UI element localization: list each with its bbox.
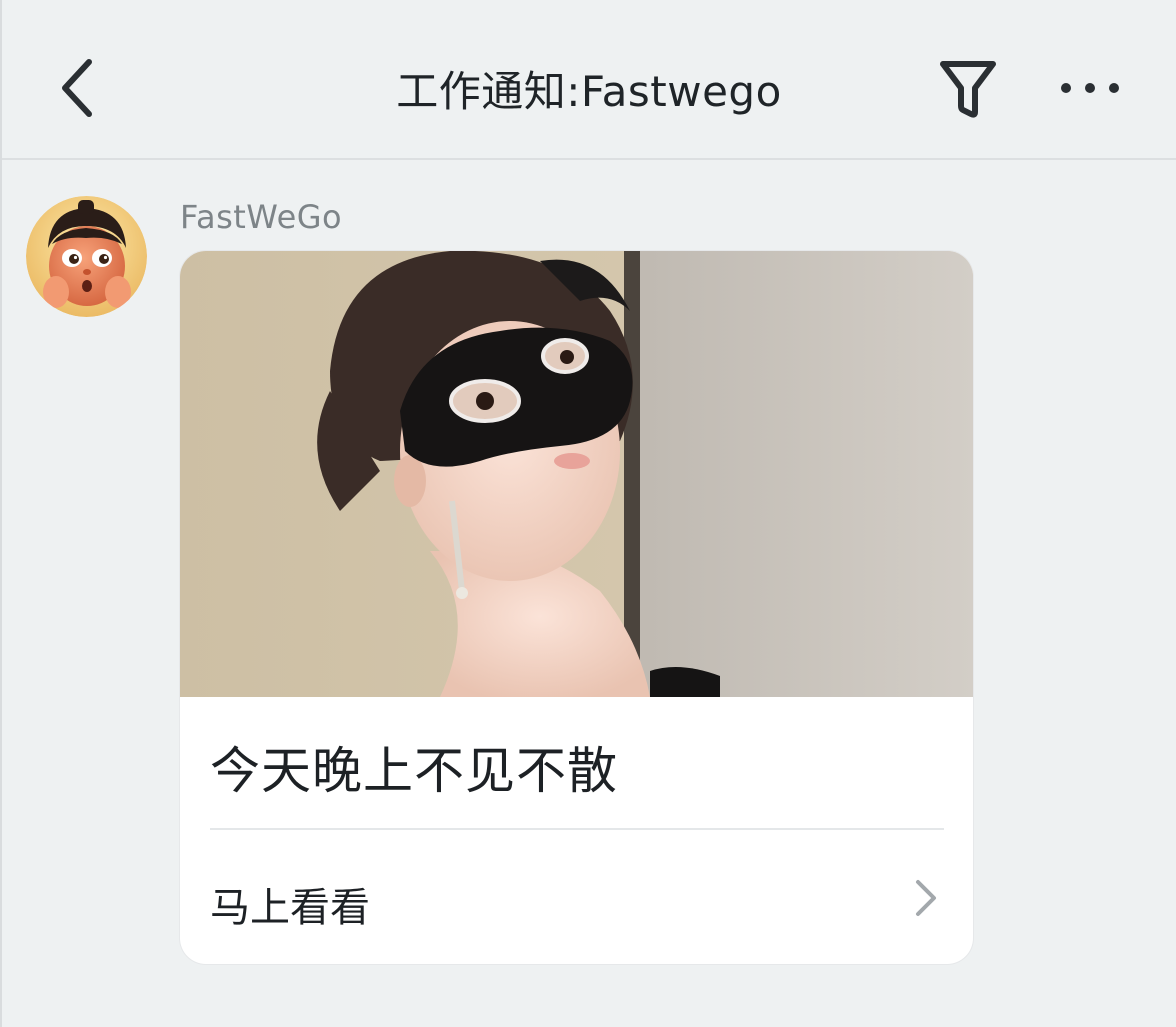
more-button[interactable]: [1050, 60, 1130, 116]
card-divider: [210, 828, 944, 830]
top-bar: 工作通知:Fastwego: [2, 0, 1176, 160]
chevron-right-icon: [908, 876, 944, 920]
card-title: 今天晚上不见不散: [210, 742, 618, 800]
news-card[interactable]: 今天晚上不见不散 马上看看: [180, 251, 973, 964]
chat-page: 工作通知:Fastwego FastWeGo 今天晚上不见不散 马上看看: [0, 0, 1176, 1027]
more-horizontal-icon: [1061, 83, 1119, 93]
sender-name: FastWeGo: [180, 198, 343, 236]
cover-photo: [180, 251, 973, 697]
view-now-link[interactable]: 马上看看: [210, 875, 370, 933]
card-cover-image: [180, 251, 973, 697]
cartoon-avatar: [26, 196, 147, 317]
avatar[interactable]: [26, 196, 147, 317]
filter-button[interactable]: [932, 52, 1004, 124]
filter-icon: [940, 61, 996, 118]
